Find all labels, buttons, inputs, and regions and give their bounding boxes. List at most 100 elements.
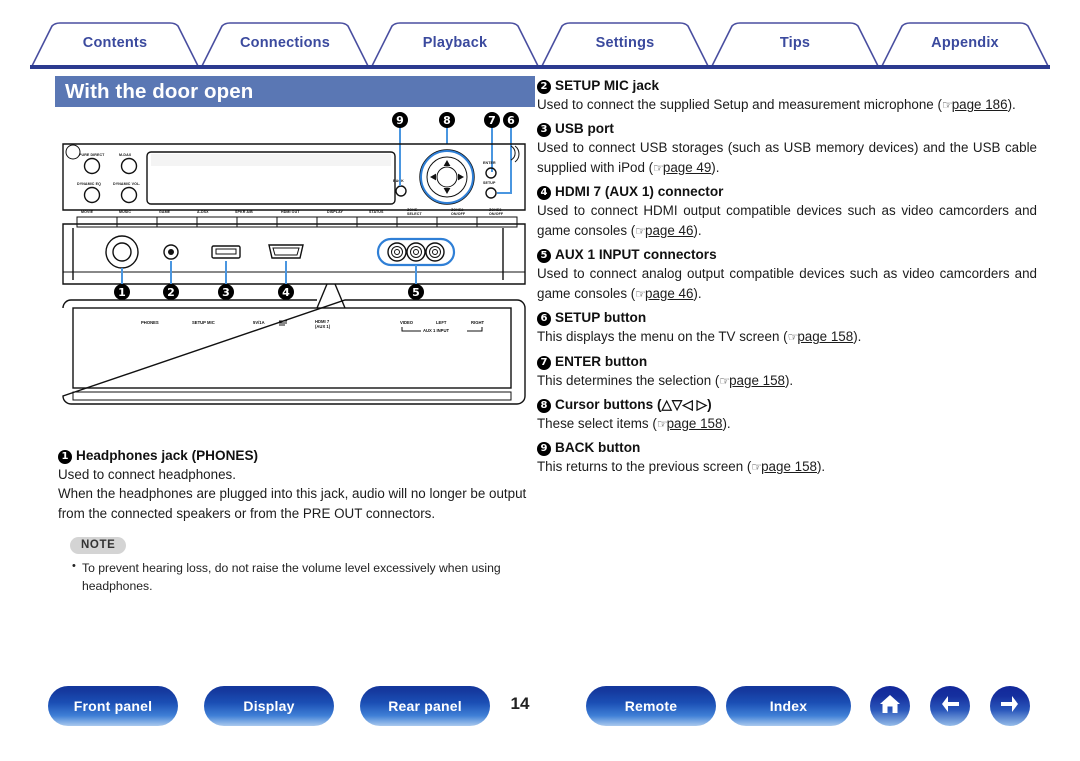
item-text-before: These select items ( <box>537 415 657 431</box>
nav-button-display[interactable]: Display <box>204 686 334 726</box>
item-text: This displays the menu on the TV screen … <box>537 327 1037 346</box>
svg-text:PHONES: PHONES <box>141 320 159 325</box>
svg-text:3: 3 <box>222 286 230 299</box>
nav-button-label: Rear panel <box>388 698 462 714</box>
page-reference-link[interactable]: ☞page 158 <box>719 373 785 388</box>
item-heading: 3 USB port <box>537 121 1037 138</box>
svg-text:9: 9 <box>396 114 404 127</box>
callout-markers-bottom: 1 2 3 4 5 <box>114 261 424 300</box>
tab-label: Contents <box>82 35 148 51</box>
svg-text:BACK: BACK <box>393 179 404 183</box>
front-panel-upper: PURE DIRECT M-DAX DYNAMIC EQ DYNAMIC VOL… <box>62 143 526 211</box>
item-title: BACK button <box>555 440 641 456</box>
svg-text:STATUS: STATUS <box>369 210 384 214</box>
front-panel-jack-row <box>62 223 526 285</box>
nav-button-rear-panel[interactable]: Rear panel <box>360 686 490 726</box>
item-heading: 7 ENTER button <box>537 354 1037 370</box>
svg-text:7: 7 <box>488 114 496 127</box>
item-text-before: This displays the menu on the TV screen … <box>537 329 788 345</box>
callout-number-badge: 6 <box>537 312 551 327</box>
pointing-hand-icon: ☞ <box>635 223 646 238</box>
manual-page: Contents Connections Playback Settings Tips A… <box>0 0 1080 761</box>
callout-number-badge: 1 <box>58 450 72 464</box>
svg-text:DYNAMIC EQ: DYNAMIC EQ <box>77 182 101 186</box>
item-text-before: Used to connect HDMI output compatible d… <box>537 203 1037 238</box>
nav-home-button[interactable] <box>870 686 910 726</box>
pointing-hand-icon: ☞ <box>719 373 730 388</box>
tab-playback[interactable]: Playback <box>370 22 540 67</box>
svg-text:HDMI OUT: HDMI OUT <box>281 210 300 214</box>
page-reference-link[interactable]: ☞page 158 <box>751 459 817 474</box>
item-title: AUX 1 INPUT connectors <box>555 247 717 263</box>
callout-number-badge: 9 <box>537 442 551 457</box>
page-reference-label: page 46 <box>645 285 694 301</box>
right-item-6: 6 SETUP button This displays the menu on t… <box>537 310 1037 346</box>
bottom-navigation-bar: Front panel Display Rear panel 14 Remote… <box>0 686 1080 742</box>
right-item-3: 3 USB port Used to connect USB storages (s… <box>537 121 1037 177</box>
tab-connections[interactable]: Connections <box>200 22 370 67</box>
nav-back-button[interactable] <box>930 686 970 726</box>
left-column: .ln { fill:none; stroke:#111; stroke-wid… <box>55 112 541 432</box>
top-tab-bar: Contents Connections Playback Settings Tips A… <box>30 22 1050 70</box>
item-text-after: ). <box>693 285 702 301</box>
svg-text:VIDEO: VIDEO <box>400 320 414 325</box>
svg-text:2: 2 <box>167 286 175 299</box>
note-list: To prevent hearing loss, do not raise th… <box>72 559 548 595</box>
svg-text:MOVIE: MOVIE <box>81 210 94 214</box>
nav-forward-button[interactable] <box>990 686 1030 726</box>
right-item-2: 2 SETUP MIC jack Used to connect the suppl… <box>537 78 1037 114</box>
item-title: SETUP MIC jack <box>555 78 660 93</box>
page-reference-link[interactable]: ☞page 49 <box>653 160 711 175</box>
item-title: SETUP button <box>555 310 647 326</box>
pointing-hand-icon: ☞ <box>656 416 668 431</box>
item-heading: 2 SETUP MIC jack <box>537 78 1037 94</box>
item-text-after: ). <box>853 329 862 345</box>
callout-number-badge: 5 <box>537 249 551 264</box>
svg-text:MUSIC: MUSIC <box>119 210 131 214</box>
pointing-hand-icon: ☞ <box>941 98 953 112</box>
item-text-after: ). <box>711 159 720 175</box>
item-text: Used to connect USB storages (such as US… <box>537 138 1037 177</box>
nav-button-index[interactable]: Index <box>726 686 851 726</box>
item-text-before: Used to connect USB storages (such as US… <box>537 140 1037 175</box>
page-reference-link[interactable]: ☞page 46 <box>635 286 693 301</box>
note-item: To prevent hearing loss, do not raise th… <box>72 559 548 595</box>
page-title: With the door open <box>65 79 254 103</box>
tab-tips[interactable]: Tips <box>710 22 880 67</box>
page-reference-link[interactable]: ☞page 46 <box>635 223 693 238</box>
item-title: Headphones jack (PHONES) <box>76 448 259 463</box>
page-reference-link[interactable]: ☞page 158 <box>657 416 723 431</box>
item-title: USB port <box>555 121 614 137</box>
page-reference-label: page 186 <box>951 97 1008 112</box>
svg-text:8: 8 <box>443 114 451 127</box>
page-reference-label: page 49 <box>662 159 712 175</box>
callout-number-badge: 8 <box>537 398 551 413</box>
tab-contents[interactable]: Contents <box>30 22 200 67</box>
item-text-line-2: When the headphones are plugged into thi… <box>58 486 527 521</box>
tab-appendix[interactable]: Appendix <box>880 22 1050 67</box>
item-text: Used to connect the supplied Setup and m… <box>537 95 1037 114</box>
open-door-detail: PHONES SETUP MIC 5V/1A HDMI 7 (AUX 1) VI… <box>62 283 526 405</box>
tab-settings[interactable]: Settings <box>540 22 710 67</box>
svg-text:RIGHT: RIGHT <box>471 320 484 325</box>
svg-text:ON/OFF: ON/OFF <box>489 212 504 216</box>
page-reference-label: page 158 <box>797 329 854 345</box>
nav-button-label: Index <box>769 698 808 714</box>
nav-button-front-panel[interactable]: Front panel <box>48 686 178 726</box>
svg-text:SETUP: SETUP <box>483 181 496 185</box>
page-reference-link[interactable]: ☞page 186 <box>942 97 1008 112</box>
nav-button-remote[interactable]: Remote <box>586 686 716 726</box>
item-text: Used to connect analog output compatible… <box>537 264 1037 303</box>
left-description-block: 1 Headphones jack (PHONES) Used to conne… <box>58 448 548 595</box>
right-item-7: 7 ENTER button This determines the selecti… <box>537 354 1037 390</box>
item-text-after: ). <box>693 222 702 238</box>
svg-text:DISPLAY: DISPLAY <box>327 210 343 214</box>
page-reference-label: page 46 <box>645 222 694 238</box>
page-reference-link[interactable]: ☞page 158 <box>788 329 854 344</box>
item-text: This returns to the previous screen (☞pa… <box>537 457 1037 476</box>
callout-markers-top: 9 8 7 6 <box>392 112 519 186</box>
item-text-after: ). <box>816 459 826 475</box>
callout-number-badge: 3 <box>537 123 551 138</box>
item-title: HDMI 7 (AUX 1) connector <box>555 184 724 200</box>
svg-text:1: 1 <box>118 286 126 299</box>
